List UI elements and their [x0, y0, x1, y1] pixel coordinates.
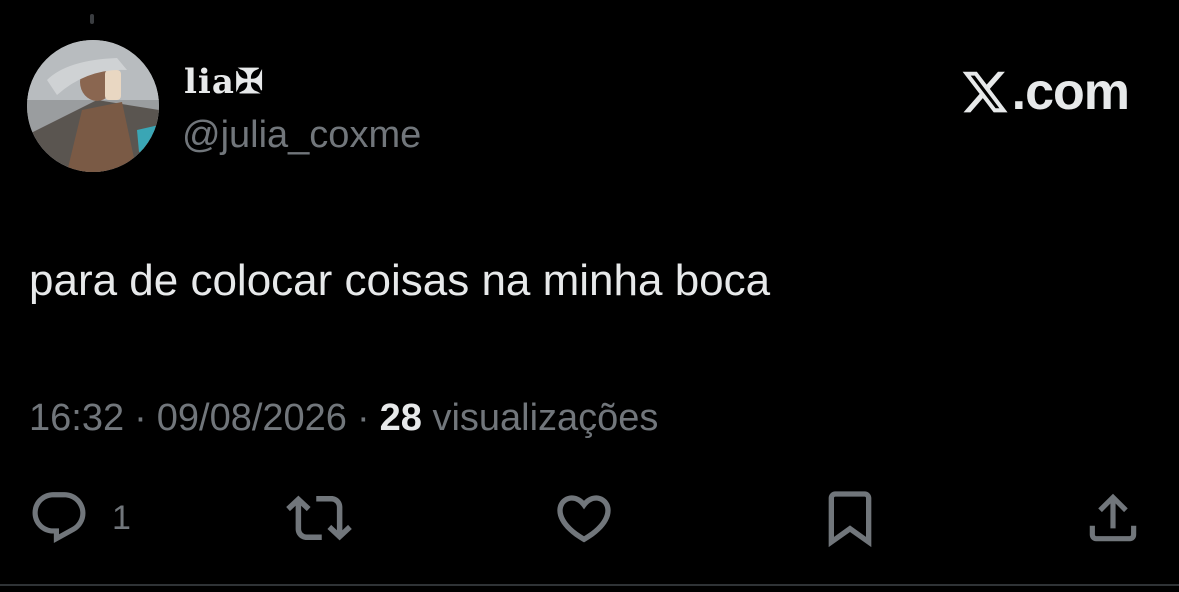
heart-icon [557, 495, 611, 543]
views-count[interactable]: 28 [380, 397, 422, 439]
like-button[interactable] [552, 488, 616, 548]
share-button[interactable] [1082, 488, 1144, 548]
reply-icon [32, 492, 86, 544]
top-mark [90, 14, 94, 24]
action-bar: 1 [0, 488, 1179, 548]
tweet-card: lia✠ @julia_coxme .com para de colocar c… [0, 0, 1179, 592]
bookmark-icon [828, 491, 872, 548]
views-label[interactable]: visualizações [432, 397, 658, 439]
bookmark-button[interactable] [818, 488, 882, 548]
x-logo-icon [962, 71, 1008, 113]
user-handle[interactable]: @julia_coxme [182, 112, 421, 158]
brand-watermark: .com [960, 60, 1130, 124]
reply-button[interactable]: 1 [28, 488, 131, 548]
tweet-meta: 16:32 · 09/08/2026 · 28 visualizações [29, 395, 658, 441]
share-icon [1089, 493, 1137, 542]
tweet-time[interactable]: 16:32 [29, 397, 124, 439]
meta-separator: · [356, 397, 370, 439]
tweet-date[interactable]: 09/08/2026 [157, 397, 347, 439]
tweet-text: para de colocar coisas na minha boca [29, 256, 771, 305]
brand-label: .com [1011, 63, 1130, 121]
display-name[interactable]: lia✠ [184, 62, 264, 102]
meta-separator: · [134, 397, 147, 439]
divider [0, 584, 1179, 586]
avatar[interactable] [27, 40, 159, 172]
retweet-icon [286, 495, 352, 541]
retweet-button[interactable] [286, 488, 352, 548]
reply-count: 1 [112, 499, 131, 537]
